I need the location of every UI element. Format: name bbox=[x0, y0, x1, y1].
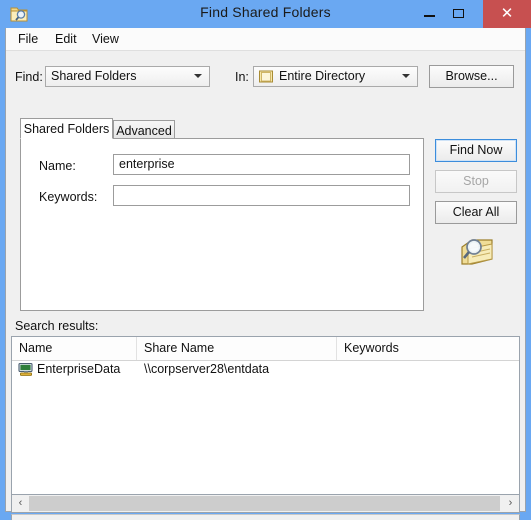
tab-shared-folders[interactable]: Shared Folders bbox=[20, 118, 113, 139]
search-results-label: Search results: bbox=[15, 319, 99, 333]
menu-bar: File Edit View bbox=[6, 28, 525, 51]
folder-icon bbox=[259, 70, 273, 83]
close-button[interactable]: ✕ bbox=[483, 0, 531, 28]
chevron-down-icon bbox=[194, 74, 202, 78]
scrollbar-thumb[interactable] bbox=[29, 496, 500, 511]
in-label: In: bbox=[235, 70, 249, 84]
minimize-icon bbox=[424, 15, 435, 17]
menu-edit[interactable]: Edit bbox=[49, 31, 83, 47]
folder-magnifier-icon bbox=[461, 239, 493, 265]
shared-computer-icon bbox=[18, 362, 33, 376]
cell-name: EnterpriseData bbox=[37, 362, 121, 376]
name-input[interactable]: enterprise bbox=[113, 154, 410, 175]
listview-header: Name Share Name Keywords bbox=[12, 337, 519, 361]
column-header-name[interactable]: Name bbox=[12, 337, 137, 360]
chevron-down-icon bbox=[402, 74, 410, 78]
results-listview[interactable]: Name Share Name Keywords EnterpriseData … bbox=[11, 336, 520, 495]
maximize-button[interactable] bbox=[444, 0, 473, 28]
find-type-value: Shared Folders bbox=[51, 69, 137, 83]
find-now-button[interactable]: Find Now bbox=[435, 139, 517, 162]
title-bar: Find Shared Folders ✕ bbox=[0, 0, 531, 28]
find-shared-folders-window: Find Shared Folders ✕ File Edit View Fin… bbox=[0, 0, 531, 520]
column-header-keywords[interactable]: Keywords bbox=[337, 337, 519, 360]
menu-view[interactable]: View bbox=[86, 31, 125, 47]
cell-share-name: \\corpserver28\entdata bbox=[144, 362, 270, 376]
menu-file[interactable]: File bbox=[12, 31, 44, 47]
name-input-value: enterprise bbox=[119, 157, 175, 171]
keywords-input[interactable] bbox=[113, 185, 410, 206]
name-label: Name: bbox=[39, 159, 76, 173]
find-type-combobox[interactable]: Shared Folders bbox=[45, 66, 210, 87]
stop-button[interactable]: Stop bbox=[435, 170, 517, 193]
column-header-share-name[interactable]: Share Name bbox=[137, 337, 337, 360]
table-row[interactable]: EnterpriseData \\corpserver28\entdata bbox=[12, 360, 519, 380]
browse-button[interactable]: Browse... bbox=[429, 65, 514, 88]
find-label: Find: bbox=[15, 70, 43, 84]
scroll-left-arrow-icon[interactable]: ‹ bbox=[12, 495, 29, 512]
close-icon: ✕ bbox=[500, 5, 514, 22]
keywords-label: Keywords: bbox=[39, 190, 98, 204]
client-area: File Edit View Find: Shared Folders In: … bbox=[5, 28, 526, 520]
scroll-right-arrow-icon[interactable]: › bbox=[502, 495, 519, 512]
in-scope-value: Entire Directory bbox=[279, 69, 366, 83]
maximize-icon bbox=[453, 9, 464, 18]
in-scope-combobox[interactable]: Entire Directory bbox=[253, 66, 418, 87]
minimize-button[interactable] bbox=[415, 0, 444, 28]
horizontal-scrollbar[interactable]: ‹ › bbox=[11, 495, 520, 513]
clear-all-button[interactable]: Clear All bbox=[435, 201, 517, 224]
status-bar: 1 item(s) found bbox=[11, 514, 520, 520]
tab-advanced[interactable]: Advanced bbox=[113, 120, 175, 139]
